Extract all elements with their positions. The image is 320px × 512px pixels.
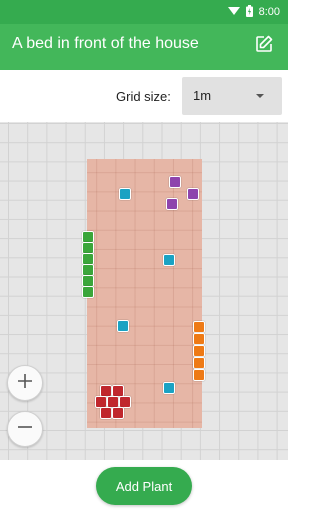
status-time: 8:00 <box>258 6 280 18</box>
grid-size-label: Grid size: <box>116 89 171 104</box>
plant-marker[interactable] <box>187 188 199 200</box>
plant-marker[interactable] <box>112 407 124 419</box>
grid-size-select[interactable]: 1m <box>182 77 282 115</box>
app-bar: A bed in front of the house <box>0 24 288 70</box>
minus-icon <box>17 419 33 440</box>
plant-marker[interactable] <box>163 254 175 266</box>
wifi-icon <box>227 5 240 19</box>
status-icons: 8:00 <box>227 4 280 20</box>
plant-marker[interactable] <box>193 321 205 333</box>
edit-icon <box>255 35 273 58</box>
plant-marker[interactable] <box>193 345 205 357</box>
plant-marker[interactable] <box>169 176 181 188</box>
plant-marker[interactable] <box>117 320 129 332</box>
grid-toolbar: Grid size: 1m <box>0 70 288 122</box>
plant-marker[interactable] <box>166 198 178 210</box>
chevron-down-icon <box>256 94 264 98</box>
battery-icon <box>245 4 253 20</box>
plant-marker[interactable] <box>100 407 112 419</box>
zoom-in-button[interactable] <box>7 365 43 401</box>
grid-size-value: 1m <box>193 88 212 103</box>
plant-marker[interactable] <box>163 382 175 394</box>
plant-marker[interactable] <box>82 286 94 298</box>
status-bar: 8:00 <box>0 0 288 24</box>
plant-marker[interactable] <box>193 357 205 369</box>
add-plant-button[interactable]: Add Plant <box>96 467 192 505</box>
plant-marker[interactable] <box>119 188 131 200</box>
page-title: A bed in front of the house <box>12 35 199 52</box>
plus-icon <box>17 373 33 394</box>
zoom-out-button[interactable] <box>7 411 43 447</box>
garden-canvas[interactable] <box>0 122 288 460</box>
edit-button[interactable] <box>252 34 276 58</box>
plant-marker[interactable] <box>193 369 205 381</box>
bottom-bar: Add Plant <box>0 460 288 512</box>
plant-marker[interactable] <box>193 333 205 345</box>
